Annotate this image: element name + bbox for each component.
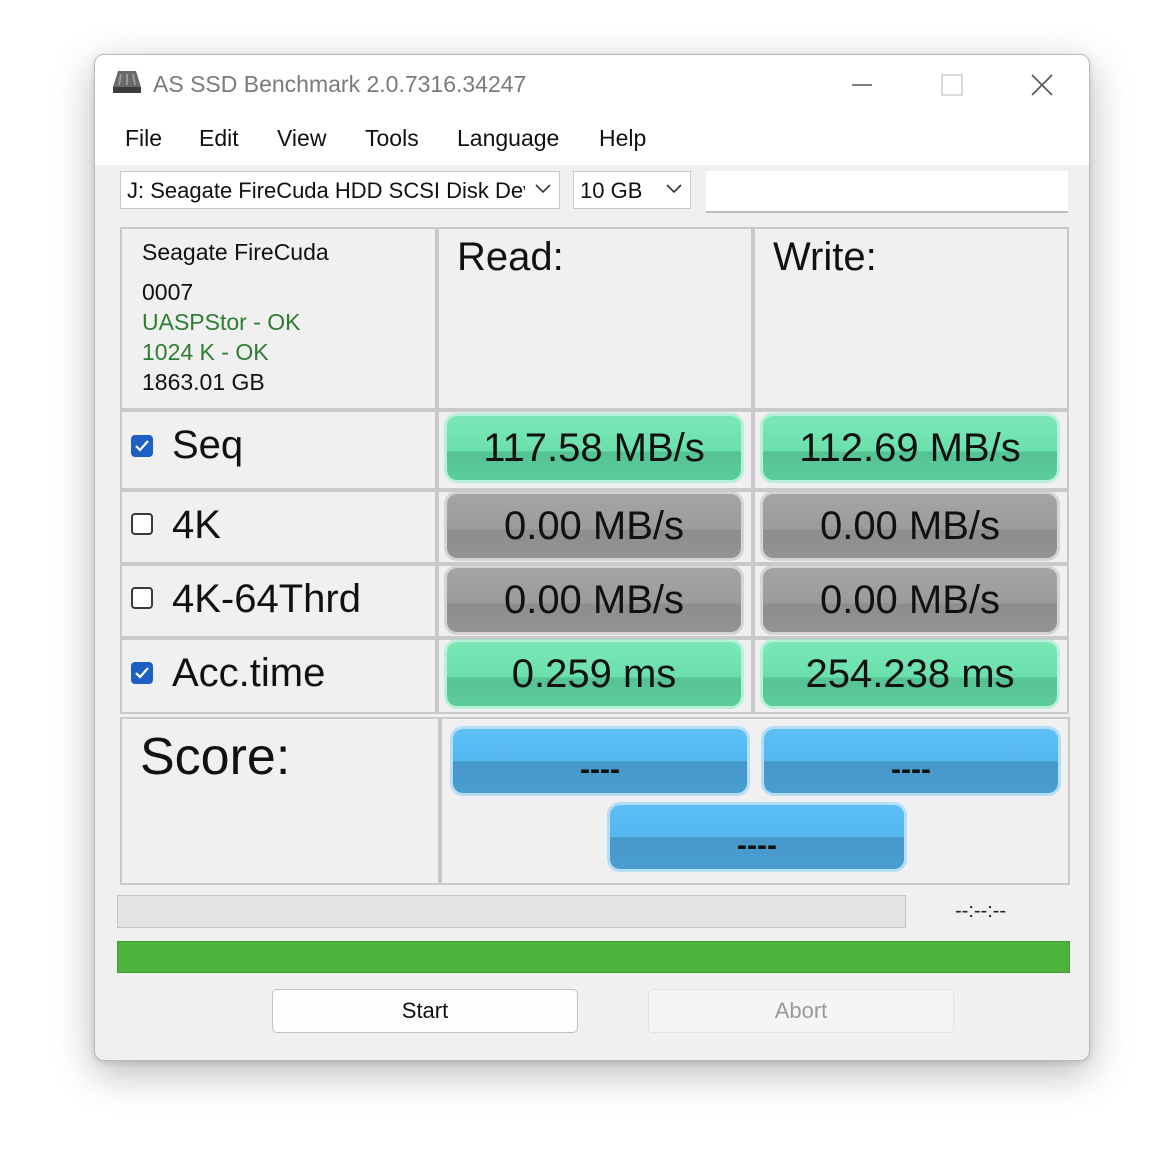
read-header-cell: Read: [437,227,753,410]
app-drive-icon [111,69,143,95]
score-results-cell: ---- ---- ---- [440,717,1070,885]
score-read: ---- [453,729,747,793]
4k-64thrd-read-cell: 0.00 MB/s [437,564,753,638]
drive-info-panel: Seagate FireCuda 0007 UASPStor - OK 1024… [120,227,437,410]
4k-label: 4K [172,503,221,547]
4k-64thrd-write-cell: 0.00 MB/s [753,564,1069,638]
checkmark-icon [135,667,149,679]
elapsed-time: --:--:-- [955,900,1007,922]
acc-time-read-cell: 0.259 ms [437,638,753,714]
4k-write-result: 0.00 MB/s [763,494,1057,558]
4k-64thrd-checkbox[interactable] [131,587,153,609]
menu-bar: File Edit View Tools Language Help [95,113,1089,165]
seq-write-result: 112.69 MB/s [763,416,1057,480]
chevron-down-icon [535,184,551,194]
4k-read-result: 0.00 MB/s [447,494,741,558]
acc-time-label: Acc.time [172,651,326,695]
size-select-value: 10 GB [580,178,643,203]
drive-model: Seagate FireCuda [142,239,329,265]
alignment-status: 1024 K - OK [142,339,269,365]
minimize-button[interactable] [818,55,904,113]
drive-select-value: J: Seagate FireCuda HDD SCSI Disk Device [127,178,525,203]
score-label-cell: Score: [120,717,440,885]
maximize-button[interactable] [908,55,994,113]
menu-edit[interactable]: Edit [199,125,239,152]
4k-read-cell: 0.00 MB/s [437,490,753,564]
minimize-icon [852,84,872,86]
chevron-down-icon [666,184,682,194]
menu-language[interactable]: Language [457,125,559,152]
size-select[interactable]: 10 GB [573,171,691,209]
menu-file[interactable]: File [125,125,162,152]
acc-time-write-cell: 254.238 ms [753,638,1069,714]
acc-time-read-result: 0.259 ms [447,642,741,706]
test-row-4k-64thrd: 4K-64Thrd [120,564,437,638]
title-bar: AS SSD Benchmark 2.0.7316.34247 [95,55,1089,113]
start-button[interactable]: Start [272,989,578,1033]
write-header-cell: Write: [753,227,1069,410]
seq-write-cell: 112.69 MB/s [753,410,1069,490]
4k-64thrd-write-result: 0.00 MB/s [763,568,1057,632]
progress-bar [117,895,906,928]
4k-64thrd-read-result: 0.00 MB/s [447,568,741,632]
4k-checkbox[interactable] [131,513,153,535]
test-row-4k: 4K [120,490,437,564]
write-header: Write: [773,235,877,279]
seq-label: Seq [172,423,244,467]
acc-time-write-result: 254.238 ms [763,642,1057,706]
drive-firmware: 0007 [142,279,194,305]
driver-status: UASPStor - OK [142,309,301,335]
close-icon [1031,74,1053,96]
window-title: AS SSD Benchmark 2.0.7316.34247 [153,71,527,97]
seq-read-cell: 117.58 MB/s [437,410,753,490]
menu-help[interactable]: Help [599,125,646,152]
status-bar [117,941,1070,973]
4k-write-cell: 0.00 MB/s [753,490,1069,564]
menu-tools[interactable]: Tools [365,125,419,152]
menu-view[interactable]: View [277,125,326,152]
read-header: Read: [457,235,564,279]
drive-capacity: 1863.01 GB [142,369,265,395]
info-textbox[interactable] [706,171,1068,213]
drive-select[interactable]: J: Seagate FireCuda HDD SCSI Disk Device [120,171,560,209]
seq-read-result: 117.58 MB/s [447,416,741,480]
score-total: ---- [610,805,904,869]
close-button[interactable] [998,55,1084,113]
acc-time-checkbox[interactable] [131,662,153,684]
test-row-seq: Seq [120,410,437,490]
score-label: Score: [140,728,291,786]
seq-checkbox[interactable] [131,435,153,457]
4k-64thrd-label: 4K-64Thrd [172,577,361,621]
app-window: AS SSD Benchmark 2.0.7316.34247 File Edi… [94,54,1090,1061]
maximize-icon [941,74,963,96]
checkmark-icon [135,440,149,452]
score-write: ---- [764,729,1058,793]
test-row-acc-time: Acc.time [120,638,437,714]
abort-button[interactable]: Abort [648,989,954,1033]
